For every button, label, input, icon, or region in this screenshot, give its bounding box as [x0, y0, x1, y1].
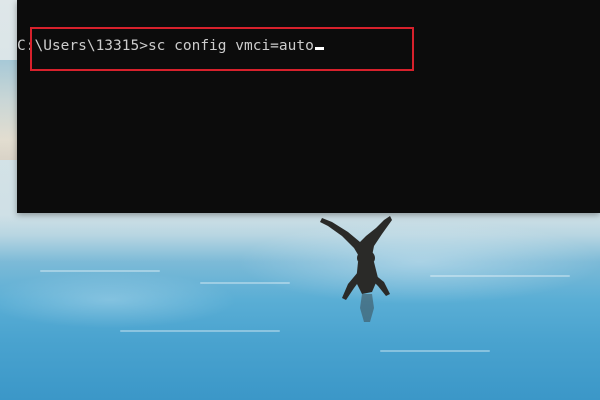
wave-ripple [380, 350, 490, 352]
wallpaper-left-edge [0, 60, 17, 160]
command-prompt-window[interactable]: C:\Users\13315>sc config vmci=auto [17, 0, 600, 213]
wave-ripple [430, 275, 570, 277]
wave-ripple [200, 282, 290, 284]
wave-ripple [40, 270, 160, 272]
wave-ripple [120, 330, 280, 332]
handstand-silhouette [320, 216, 392, 322]
command-highlight-box [30, 27, 414, 71]
